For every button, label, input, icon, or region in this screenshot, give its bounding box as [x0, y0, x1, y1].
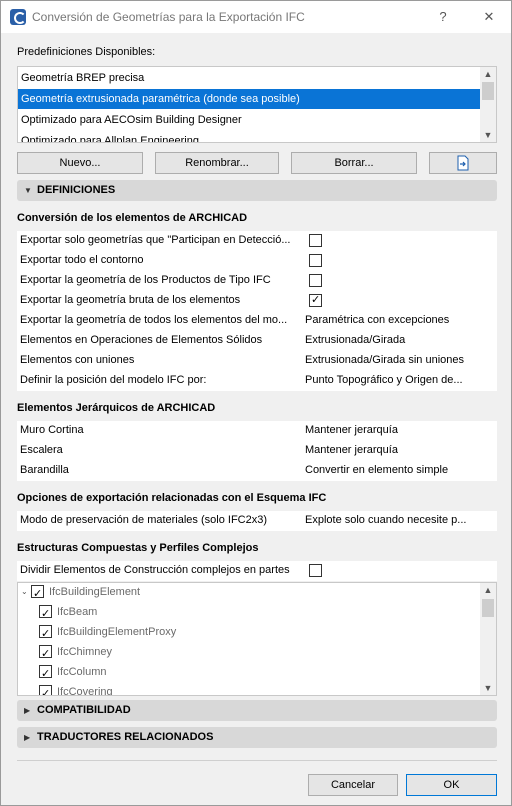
option-checkbox[interactable]: [309, 254, 322, 267]
presets-scrollbar[interactable]: ▲ ▼: [480, 67, 496, 142]
scroll-up-icon[interactable]: ▲: [480, 583, 496, 597]
rename-preset-button[interactable]: Renombrar...: [155, 152, 279, 174]
archicad-app-icon: [10, 9, 26, 25]
option-row[interactable]: Elementos en Operaciones de Elementos Só…: [17, 331, 497, 351]
preset-item-selected[interactable]: Geometría extrusionada paramétrica (dond…: [18, 89, 481, 109]
option-row[interactable]: Escalera Mantener jerarquía: [17, 441, 497, 461]
option-checkbox-checked[interactable]: [309, 293, 322, 307]
option-label: Muro Cortina: [20, 424, 84, 436]
option-row[interactable]: Barandilla Convertir en elemento simple: [17, 461, 497, 481]
option-row[interactable]: Definir la posición del modelo IFC por: …: [17, 371, 497, 391]
delete-preset-button[interactable]: Borrar...: [291, 152, 417, 174]
presets-list[interactable]: Geometría BREP precisa Geometría extrusi…: [17, 66, 497, 143]
preset-item[interactable]: Geometría BREP precisa: [18, 68, 481, 88]
tree-item-label: IfcChimney: [57, 646, 113, 658]
section-title: COMPATIBILIDAD: [37, 704, 131, 716]
option-checkbox[interactable]: [309, 234, 322, 247]
import-preset-button[interactable]: [429, 152, 497, 174]
dialog-window: Conversión de Geometrías para la Exporta…: [0, 0, 512, 806]
scroll-down-icon[interactable]: ▼: [480, 128, 496, 142]
scroll-up-icon[interactable]: ▲: [480, 67, 496, 81]
option-row: Exportar la geometría bruta de los eleme…: [17, 291, 497, 311]
help-button[interactable]: ?: [433, 7, 453, 27]
tree-checkbox[interactable]: [31, 584, 44, 604]
option-value[interactable]: Punto Topográfico y Origen de...: [305, 374, 495, 386]
option-row[interactable]: Elementos con uniones Extrusionada/Girad…: [17, 351, 497, 371]
option-label: Exportar la geometría de los Productos d…: [20, 274, 271, 286]
option-row[interactable]: Exportar la geometría de todos los eleme…: [17, 311, 497, 331]
option-row: Exportar todo el contorno: [17, 251, 497, 271]
option-label: Dividir Elementos de Construcción comple…: [20, 564, 290, 576]
tree-scrollbar[interactable]: ▲ ▼: [480, 583, 496, 695]
option-label: Modo de preservación de materiales (solo…: [20, 514, 268, 526]
section-title: DEFINICIONES: [37, 184, 116, 196]
group-title-hierarchical: Elementos Jerárquicos de ARCHICAD: [17, 402, 216, 414]
option-label: Exportar solo geometrías que "Participan…: [20, 234, 291, 246]
option-label: Exportar la geometría bruta de los eleme…: [20, 294, 241, 306]
tree-checkbox[interactable]: [39, 604, 52, 624]
tree-checkbox[interactable]: [39, 684, 52, 695]
close-button[interactable]: ✕: [479, 7, 499, 27]
preset-item[interactable]: Optimizado para AECOsim Building Designe…: [18, 110, 481, 130]
option-value[interactable]: Convertir en elemento simple: [305, 464, 495, 476]
group-title-archicad-conversion: Conversión de los elementos de ARCHICAD: [17, 212, 248, 224]
tree-item-label: IfcBeam: [57, 606, 98, 618]
option-value[interactable]: Explote solo cuando necesite p...: [305, 514, 495, 526]
import-file-icon: [457, 155, 469, 171]
expand-triangle-icon: ▶: [24, 733, 31, 742]
translators-section-header[interactable]: ▶ TRADUCTORES RELACIONADOS: [17, 727, 497, 748]
option-value[interactable]: Extrusionada/Girada: [305, 334, 495, 346]
compatibility-section-header[interactable]: ▶ COMPATIBILIDAD: [17, 700, 497, 721]
option-row: Exportar solo geometrías que "Participan…: [17, 231, 497, 251]
expand-triangle-icon: ▶: [24, 706, 31, 715]
option-row[interactable]: Muro Cortina Mantener jerarquía: [17, 421, 497, 441]
scroll-thumb[interactable]: [482, 82, 494, 100]
tree-item-label: IfcColumn: [57, 666, 107, 678]
presets-label: Predefiniciones Disponibles:: [17, 46, 156, 58]
cancel-button[interactable]: Cancelar: [308, 774, 398, 796]
group-title-composites: Estructuras Compuestas y Perfiles Comple…: [17, 542, 259, 554]
option-row[interactable]: Modo de preservación de materiales (solo…: [17, 511, 497, 531]
ok-button[interactable]: OK: [406, 774, 497, 796]
option-value[interactable]: Mantener jerarquía: [305, 444, 495, 456]
title-bar: Conversión de Geometrías para la Exporta…: [1, 1, 511, 33]
tree-checkbox[interactable]: [39, 664, 52, 684]
scroll-down-icon[interactable]: ▼: [480, 681, 496, 695]
tree-item-label: IfcCovering: [57, 686, 113, 696]
definitions-section-header[interactable]: ▼ DEFINICIONES: [17, 180, 497, 201]
ifc-element-tree: ⌄ IfcBuildingElement IfcBeam IfcBuilding…: [17, 582, 497, 696]
option-label: Elementos en Operaciones de Elementos Só…: [20, 334, 263, 346]
new-preset-button[interactable]: Nuevo...: [17, 152, 143, 174]
option-value[interactable]: Mantener jerarquía: [305, 424, 495, 436]
option-label: Definir la posición del modelo IFC por:: [20, 374, 207, 386]
footer-divider: [17, 760, 497, 761]
expand-chevron-icon[interactable]: ⌄: [21, 583, 28, 602]
option-label: Escalera: [20, 444, 63, 456]
group-title-schema-options: Opciones de exportación relacionadas con…: [17, 492, 327, 504]
option-label: Exportar todo el contorno: [20, 254, 144, 266]
dialog-content: Predefiniciones Disponibles: Geometría B…: [1, 33, 511, 805]
option-value[interactable]: Paramétrica con excepciones: [305, 314, 495, 326]
option-checkbox[interactable]: [309, 274, 322, 287]
tree-checkbox[interactable]: [39, 624, 52, 644]
tree-item-label: IfcBuildingElement: [49, 586, 141, 598]
option-value[interactable]: Extrusionada/Girada sin uniones: [305, 354, 495, 366]
preset-item[interactable]: Optimizado para Allplan Engineering: [18, 131, 481, 142]
window-title: Conversión de Geometrías para la Exporta…: [32, 10, 305, 24]
option-label: Exportar la geometría de todos los eleme…: [20, 314, 288, 326]
tree-item-label: IfcBuildingElementProxy: [57, 626, 177, 638]
collapse-triangle-icon: ▼: [24, 186, 32, 195]
scroll-thumb[interactable]: [482, 599, 494, 617]
section-title: TRADUCTORES RELACIONADOS: [37, 731, 214, 743]
tree-checkbox[interactable]: [39, 644, 52, 664]
option-row: Exportar la geometría de los Productos d…: [17, 271, 497, 291]
split-checkbox[interactable]: [309, 564, 322, 577]
option-row: Dividir Elementos de Construcción comple…: [17, 561, 497, 581]
option-label: Barandilla: [20, 464, 69, 476]
option-label: Elementos con uniones: [20, 354, 135, 366]
